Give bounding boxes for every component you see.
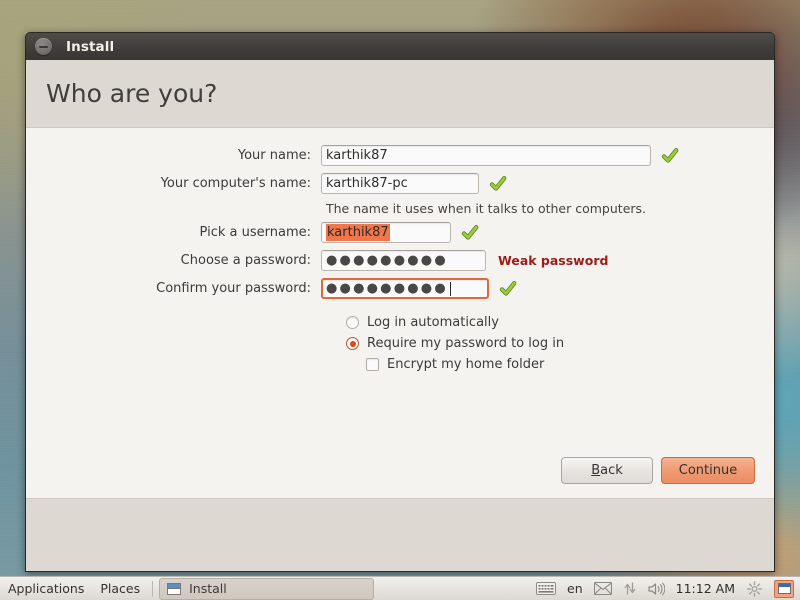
radio-login-automatically[interactable] bbox=[346, 316, 359, 329]
window-footer bbox=[26, 498, 774, 571]
keyboard-layout-label: en bbox=[567, 581, 583, 596]
panel-separator bbox=[152, 580, 154, 597]
text-cursor bbox=[449, 281, 451, 296]
taskbar-item-install[interactable]: Install bbox=[159, 577, 375, 600]
button-bar: Back Continue bbox=[561, 457, 755, 484]
username-value: karthik87 bbox=[326, 224, 390, 241]
checkbox-encrypt-home[interactable] bbox=[366, 358, 379, 371]
option-require-password[interactable]: Require my password to log in bbox=[26, 336, 774, 351]
label-require-password: Require my password to log in bbox=[367, 336, 565, 351]
green-check-icon bbox=[461, 224, 479, 240]
password-input[interactable]: ●●●●●●●●● bbox=[321, 250, 486, 271]
option-encrypt-home[interactable]: Encrypt my home folder bbox=[26, 357, 774, 372]
back-button-mnemonic: B bbox=[591, 463, 601, 478]
window-title: Install bbox=[66, 38, 115, 55]
computer-name-input[interactable]: karthik87-pc bbox=[321, 173, 479, 194]
label-computer-name: Your computer's name: bbox=[160, 176, 311, 191]
label-confirm-password: Confirm your password: bbox=[156, 281, 311, 296]
label-encrypt-home: Encrypt my home folder bbox=[387, 357, 545, 372]
install-window: Install Who are you? Your name: karthik8… bbox=[25, 32, 775, 572]
desktop-panel: Applications Places Install en 11:12 AM bbox=[0, 576, 800, 600]
radio-require-password[interactable] bbox=[346, 337, 359, 350]
taskbar-item-label: Install bbox=[189, 581, 227, 596]
username-input[interactable]: karthik87 bbox=[321, 222, 451, 243]
field-row-username: Pick a username: karthik87 bbox=[26, 222, 774, 243]
your-name-input[interactable]: karthik87 bbox=[321, 145, 651, 166]
back-button-label: ack bbox=[600, 463, 623, 478]
clock[interactable]: 11:12 AM bbox=[676, 581, 735, 596]
network-arrows-icon[interactable] bbox=[623, 581, 637, 596]
label-username: Pick a username: bbox=[199, 225, 311, 240]
confirm-password-value: ●●●●●●●●● bbox=[326, 281, 448, 296]
minimize-icon[interactable] bbox=[35, 38, 52, 55]
envelope-icon[interactable] bbox=[593, 582, 612, 595]
gear-icon[interactable] bbox=[746, 580, 763, 597]
label-your-name: Your name: bbox=[237, 148, 311, 163]
menu-places[interactable]: Places bbox=[92, 577, 148, 600]
system-tray: en 11:12 AM bbox=[536, 579, 800, 598]
password-strength-status: Weak password bbox=[498, 253, 609, 268]
your-name-value: karthik87 bbox=[326, 148, 388, 163]
computer-name-hint: The name it uses when it talks to other … bbox=[326, 201, 647, 216]
clock-label: 11:12 AM bbox=[675, 581, 735, 596]
continue-button[interactable]: Continue bbox=[661, 457, 755, 484]
menu-applications[interactable]: Applications bbox=[0, 577, 92, 600]
speaker-icon[interactable] bbox=[648, 581, 665, 596]
keyboard-icon[interactable] bbox=[536, 582, 557, 595]
continue-button-label: Continue bbox=[678, 463, 738, 478]
label-password: Choose a password: bbox=[180, 253, 311, 268]
field-row-password: Choose a password: ●●●●●●●●● Weak passwo… bbox=[26, 250, 774, 271]
hint-spacer bbox=[26, 201, 321, 216]
option-login-automatically[interactable]: Log in automatically bbox=[26, 315, 774, 330]
window-body: Who are you? Your name: karthik87 Your c… bbox=[25, 60, 775, 572]
window-titlebar: Install bbox=[25, 32, 775, 60]
page-title: Who are you? bbox=[46, 79, 218, 108]
window-icon bbox=[167, 582, 182, 595]
back-button[interactable]: Back bbox=[561, 457, 653, 484]
green-check-icon bbox=[661, 147, 679, 163]
keyboard-layout-indicator[interactable]: en bbox=[567, 581, 583, 596]
window-icon[interactable] bbox=[774, 579, 794, 598]
green-check-icon bbox=[499, 280, 517, 296]
computer-name-hint-row: The name it uses when it talks to other … bbox=[26, 201, 774, 216]
label-login-automatically: Log in automatically bbox=[367, 315, 499, 330]
field-row-computer-name: Your computer's name: karthik87-pc bbox=[26, 173, 774, 194]
green-check-icon bbox=[489, 175, 507, 191]
page-header: Who are you? bbox=[26, 60, 774, 128]
password-value: ●●●●●●●●● bbox=[326, 253, 448, 268]
field-row-confirm-password: Confirm your password: ●●●●●●●●● bbox=[26, 278, 774, 299]
form-content: Your name: karthik87 Your computer's nam… bbox=[26, 128, 774, 498]
field-row-your-name: Your name: karthik87 bbox=[26, 145, 774, 166]
confirm-password-input[interactable]: ●●●●●●●●● bbox=[321, 278, 489, 299]
computer-name-value: karthik87-pc bbox=[326, 176, 408, 191]
